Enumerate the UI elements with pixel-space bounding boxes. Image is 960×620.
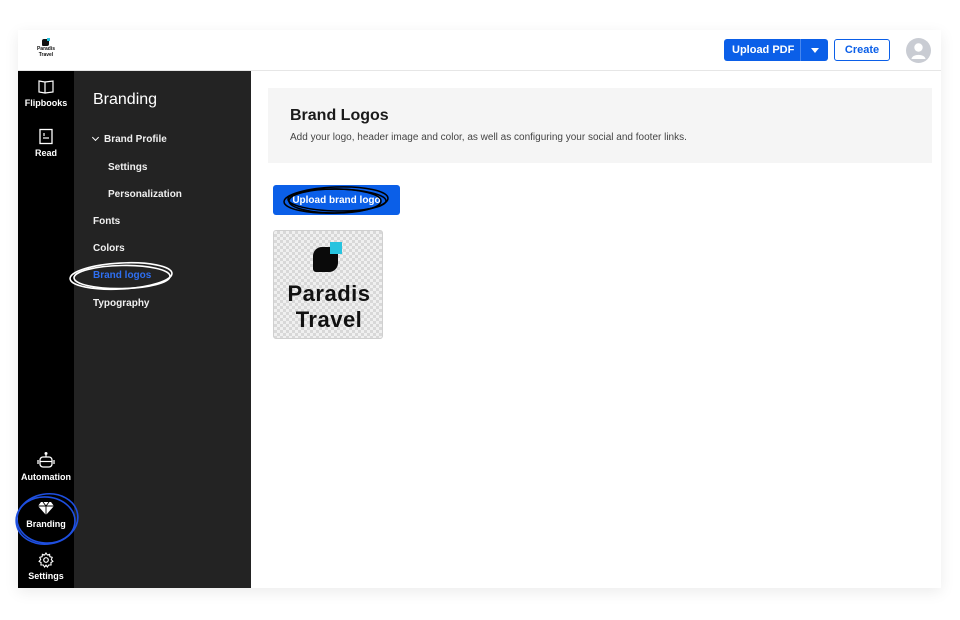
upload-brand-logo-button[interactable]: Upload brand logo bbox=[273, 185, 400, 215]
user-avatar[interactable] bbox=[906, 38, 931, 63]
gear-icon bbox=[38, 552, 54, 568]
diamond-icon bbox=[38, 501, 54, 515]
subnav-item-brand-logos[interactable]: Brand logos bbox=[93, 270, 151, 281]
subnav-item-colors[interactable]: Colors bbox=[93, 243, 125, 254]
top-bar: Paradis Travel Upload PDF Create bbox=[18, 30, 941, 71]
rail-label: Read bbox=[34, 148, 57, 158]
main-content: Brand Logos Add your logo, header image … bbox=[251, 71, 941, 588]
caret-down-icon bbox=[810, 47, 819, 53]
user-icon bbox=[911, 43, 926, 59]
logo-text-line2: Travel bbox=[38, 51, 54, 58]
app-window: Paradis Travel Upload PDF Create Flipboo… bbox=[18, 30, 941, 588]
create-button[interactable]: Create bbox=[834, 39, 890, 61]
rail-item-read[interactable]: Read bbox=[18, 128, 74, 158]
chevron-down-icon bbox=[91, 133, 100, 142]
rail-item-flipbooks[interactable]: Flipbooks bbox=[18, 79, 74, 108]
subnav-item-typography[interactable]: Typography bbox=[93, 298, 149, 309]
page-title: Brand Logos bbox=[290, 107, 389, 124]
branding-subnav: Branding Brand Profile Settings Personal… bbox=[74, 71, 251, 588]
rail-label: Settings bbox=[28, 571, 64, 581]
robot-icon bbox=[37, 452, 55, 468]
page-header-card: Brand Logos Add your logo, header image … bbox=[268, 88, 932, 163]
rail-label: Automation bbox=[21, 472, 71, 482]
left-rail: Flipbooks Read Automation Branding Setti… bbox=[18, 71, 74, 588]
subnav-title: Branding bbox=[93, 91, 158, 108]
upload-pdf-button[interactable]: Upload PDF bbox=[724, 39, 828, 61]
rail-label: Flipbooks bbox=[24, 98, 68, 108]
subnav-item-fonts[interactable]: Fonts bbox=[93, 216, 120, 227]
logo-mark-icon bbox=[42, 38, 50, 46]
subnav-item-brand-profile[interactable]: Brand Profile bbox=[91, 133, 167, 145]
book-open-icon bbox=[38, 80, 54, 94]
rail-item-automation[interactable]: Automation bbox=[18, 451, 74, 482]
subnav-item-personalization[interactable]: Personalization bbox=[108, 189, 182, 200]
subnav-label: Brand Profile bbox=[104, 134, 167, 145]
rail-label: Branding bbox=[26, 519, 66, 529]
rail-item-settings[interactable]: Settings bbox=[18, 552, 74, 581]
brand-logo-preview[interactable]: Paradis Travel bbox=[273, 230, 383, 339]
app-logo[interactable]: Paradis Travel bbox=[32, 38, 60, 58]
rail-item-branding[interactable]: Branding bbox=[18, 501, 74, 529]
upload-pdf-label: Upload PDF bbox=[732, 44, 795, 56]
page-description: Add your logo, header image and color, a… bbox=[290, 132, 687, 143]
logo-preview-line2: Travel bbox=[295, 307, 363, 332]
logo-cyan-square bbox=[330, 242, 342, 254]
subnav-item-settings[interactable]: Settings bbox=[108, 162, 147, 173]
document-icon bbox=[39, 128, 53, 145]
logo-preview-line1: Paradis bbox=[287, 281, 371, 306]
upload-pdf-dropdown[interactable] bbox=[801, 47, 828, 53]
